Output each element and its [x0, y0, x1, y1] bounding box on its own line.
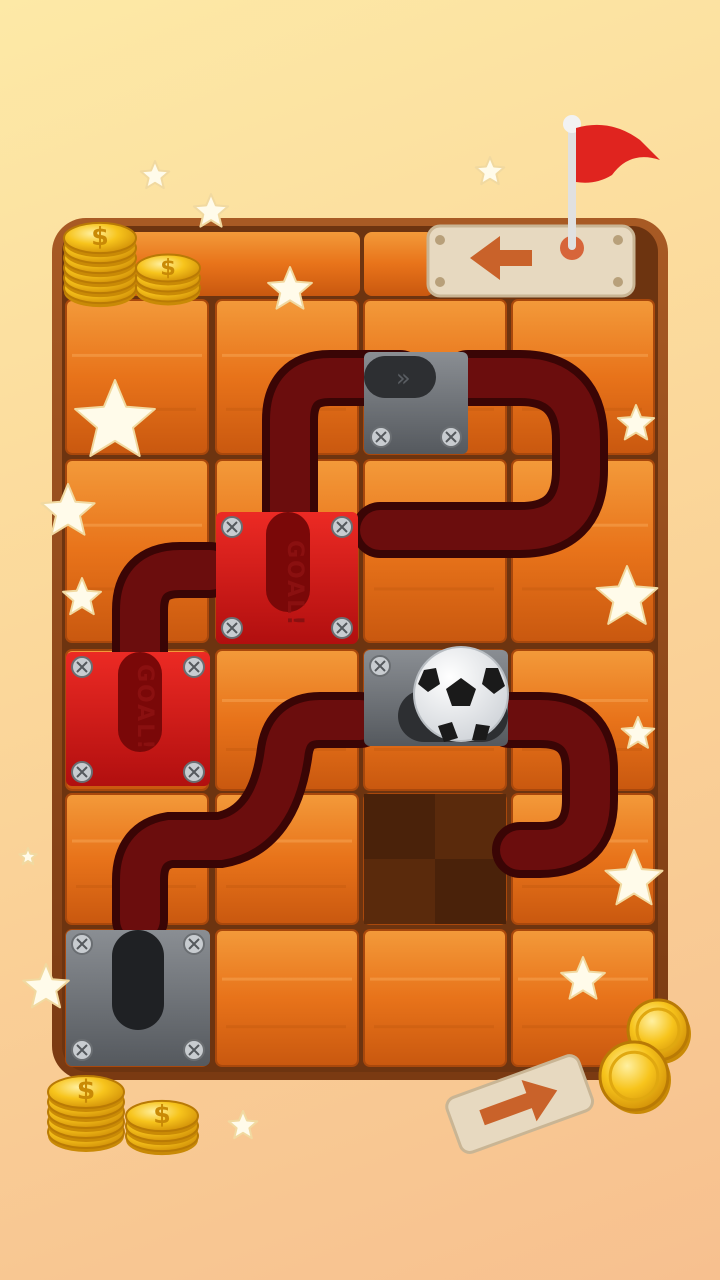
wood-tile[interactable] — [363, 929, 507, 1067]
screw-icon — [221, 516, 243, 538]
coin-symbol: $ — [153, 1100, 171, 1129]
screw-icon — [221, 617, 243, 639]
screw-icon — [183, 656, 205, 678]
arrow-right-icon: » — [396, 364, 411, 392]
start-sign — [426, 224, 636, 298]
screw-icon — [370, 426, 392, 448]
goal-tile-label: GOAL! — [132, 664, 157, 751]
screw-icon — [71, 656, 93, 678]
game-scene: GOAL! GOAL! » $$$$ — [18, 115, 691, 1156]
star-icon — [227, 1110, 259, 1140]
coin-symbol: $ — [160, 255, 176, 281]
coin-icon — [598, 1040, 671, 1114]
goal-tile-label: GOAL! — [282, 540, 307, 627]
screw-icon — [183, 761, 205, 783]
board-top-strip-2 — [364, 232, 434, 296]
screw-icon — [71, 933, 93, 955]
screw-icon — [71, 1039, 93, 1061]
coin-symbol: $ — [77, 1075, 96, 1106]
star-icon — [139, 160, 171, 190]
screw-icon — [369, 655, 391, 677]
wood-tile[interactable] — [65, 299, 209, 455]
soccer-ball-icon[interactable] — [413, 646, 509, 742]
screw-icon — [331, 617, 353, 639]
screw-icon — [71, 761, 93, 783]
screw-icon — [331, 516, 353, 538]
star-icon — [18, 847, 38, 866]
screw-icon — [183, 1039, 205, 1061]
coin-symbol: $ — [91, 222, 109, 251]
empty-slot[interactable] — [364, 794, 506, 924]
screw-icon — [183, 933, 205, 955]
star-icon — [474, 156, 506, 186]
screw-icon — [440, 426, 462, 448]
wood-tile[interactable] — [215, 929, 359, 1067]
